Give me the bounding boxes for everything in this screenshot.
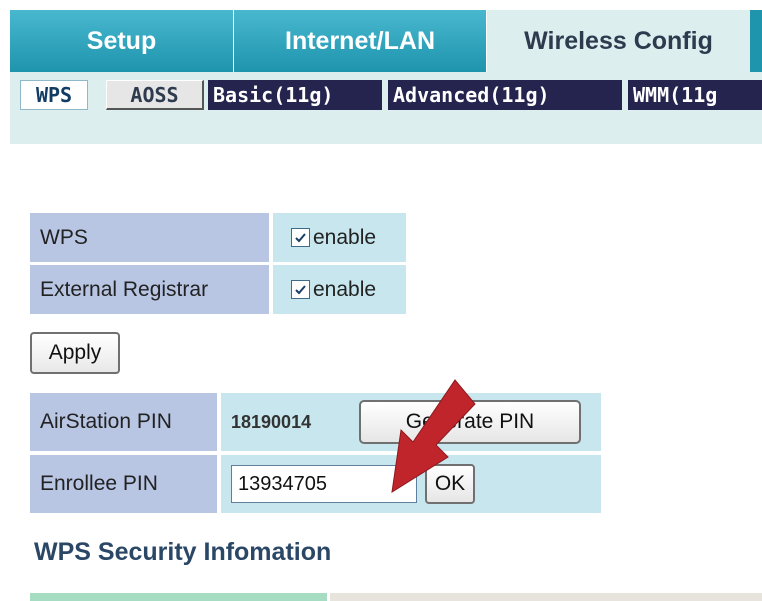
external-registrar-enable-checkbox[interactable] [291, 280, 310, 299]
tab-wireless-config[interactable]: Wireless Config [487, 10, 750, 72]
router-config-page: Setup Internet/LAN Wireless Config WPS A… [0, 0, 762, 601]
main-tab-bar: Setup Internet/LAN Wireless Config [10, 10, 762, 72]
table-row: AirStation PIN 18190014 Generate PIN [30, 393, 601, 451]
wps-label: WPS [30, 213, 269, 262]
wps-settings-table: WPS enable External Registrar enable [30, 213, 406, 317]
wps-enable-label: enable [313, 225, 377, 249]
subtab-wmm-11g[interactable]: WMM(11g [628, 80, 762, 110]
pin-table: AirStation PIN 18190014 Generate PIN Enr… [30, 393, 601, 517]
subtab-advanced-11g[interactable]: Advanced(11g) [388, 80, 622, 110]
subtab-wps[interactable]: WPS [20, 80, 88, 110]
enrollee-pin-input[interactable] [231, 465, 417, 503]
wps-value-cell: enable [273, 213, 406, 262]
section-header-left-cell [30, 593, 327, 601]
apply-button[interactable]: Apply [30, 332, 120, 374]
wps-enable-checkbox[interactable] [291, 228, 310, 247]
external-registrar-label: External Registrar [30, 265, 269, 314]
enrollee-pin-label: Enrollee PIN [30, 455, 217, 513]
section-title: WPS Security Infomation [34, 538, 332, 566]
airstation-pin-label: AirStation PIN [30, 393, 217, 451]
airstation-pin-value: 18190014 [231, 411, 312, 432]
section-header-right-cell [330, 593, 762, 601]
sub-nav-bar: WPS AOSS Basic(11g) Advanced(11g) WMM(11… [10, 72, 762, 144]
table-row: Enrollee PIN OK [30, 455, 601, 513]
tab-setup[interactable]: Setup [10, 10, 234, 72]
table-row: External Registrar enable [30, 265, 406, 314]
check-mark-icon [295, 285, 306, 295]
subtab-basic-11g[interactable]: Basic(11g) [208, 80, 382, 110]
tab-next-edge [750, 10, 762, 72]
external-registrar-enable-label: enable [313, 277, 377, 301]
ok-button[interactable]: OK [425, 464, 475, 504]
subtab-aoss[interactable]: AOSS [106, 80, 204, 110]
tab-internet-lan[interactable]: Internet/LAN [234, 10, 487, 72]
enrollee-pin-value-cell: OK [221, 455, 601, 513]
table-row: WPS enable [30, 213, 406, 262]
check-mark-icon [295, 233, 306, 243]
external-registrar-value-cell: enable [273, 265, 406, 314]
generate-pin-button[interactable]: Generate PIN [359, 400, 581, 444]
airstation-pin-value-cell: 18190014 Generate PIN [221, 393, 601, 451]
